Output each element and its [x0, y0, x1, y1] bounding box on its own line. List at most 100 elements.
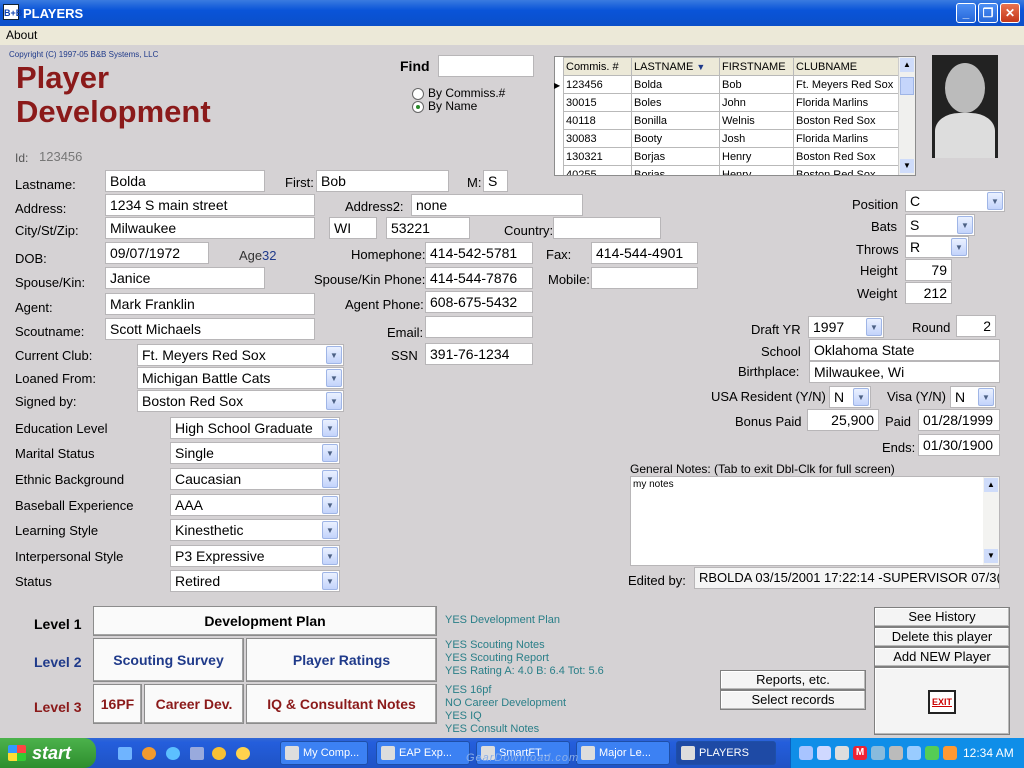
table-cell[interactable]: Bonilla [631, 111, 720, 130]
country-field[interactable] [553, 217, 661, 239]
loaned-dropdown[interactable]: Michigan Battle Cats ▼ [137, 367, 344, 389]
table-cell[interactable]: Florida Marlins [793, 129, 900, 148]
table-cell[interactable]: Boston Red Sox [793, 111, 900, 130]
edu-dropdown[interactable]: High School Graduate ▼ [170, 417, 340, 439]
table-cell[interactable]: John [719, 93, 794, 112]
explorer-icon[interactable] [190, 747, 204, 760]
fax-field[interactable]: 414-544-4901 [591, 242, 698, 264]
notes-textarea[interactable]: my notes ▲ ▼ [630, 476, 1000, 566]
visa-dropdown[interactable]: N ▼ [950, 386, 996, 408]
table-cell[interactable]: Bolda [631, 75, 720, 94]
usa-dropdown[interactable]: N ▼ [829, 386, 871, 408]
table-cell[interactable]: Booty [631, 129, 720, 148]
career-dev-button[interactable]: Career Dev. [144, 684, 244, 724]
table-cell[interactable]: Ft. Meyers Red Sox [793, 75, 900, 94]
scroll-down-icon[interactable]: ▼ [900, 159, 914, 173]
maximize-button[interactable]: ❐ [978, 3, 998, 23]
club-dropdown[interactable]: Ft. Meyers Red Sox ▼ [137, 344, 344, 366]
table-row[interactable]: 123456 Bolda Bob Ft. Meyers Red Sox [563, 75, 900, 94]
table-cell[interactable]: 123456 [563, 75, 632, 94]
table-cell[interactable]: Henry [719, 165, 794, 175]
scouting-survey-button[interactable]: Scouting Survey [93, 638, 244, 682]
task-players[interactable]: PLAYERS [676, 741, 776, 765]
network-icon[interactable] [799, 746, 813, 760]
table-cell[interactable]: Boston Red Sox [793, 165, 900, 175]
throws-dropdown[interactable]: R ▼ [905, 236, 969, 258]
table-cell[interactable]: Boles [631, 93, 720, 112]
grid-header-lastname[interactable]: LASTNAME ▼ [631, 57, 720, 76]
find-input[interactable] [438, 55, 534, 77]
table-cell[interactable]: 30083 [563, 129, 632, 148]
status-dropdown[interactable]: Retired ▼ [170, 570, 340, 592]
table-row[interactable]: 40118 Bonilla Welnis Boston Red Sox [563, 111, 900, 130]
round-field[interactable]: 2 [956, 315, 996, 337]
grid-header-commis[interactable]: Commis. # [563, 57, 632, 76]
school-field[interactable]: Oklahoma State [809, 339, 1000, 361]
update-icon[interactable] [925, 746, 939, 760]
table-cell[interactable]: Welnis [719, 111, 794, 130]
notes-scrollbar[interactable]: ▲ ▼ [983, 477, 999, 565]
ie-icon[interactable] [118, 747, 132, 760]
scout-field[interactable]: Scott Michaels [105, 318, 315, 340]
menu-about[interactable]: About [6, 28, 37, 42]
firefox-icon[interactable] [142, 747, 156, 760]
reports-button[interactable]: Reports, etc. [720, 670, 866, 690]
table-cell[interactable]: 130321 [563, 147, 632, 166]
bonus-field[interactable]: 25,900 [807, 409, 879, 431]
table-cell[interactable]: Borjas [631, 147, 720, 166]
table-cell[interactable]: 30015 [563, 93, 632, 112]
settings-icon[interactable] [889, 746, 903, 760]
draft-dropdown[interactable]: 1997 ▼ [808, 316, 884, 338]
paid-field[interactable]: 01/28/1999 [918, 409, 1000, 431]
signed-dropdown[interactable]: Boston Red Sox ▼ [137, 390, 344, 412]
table-cell[interactable]: Borjas [631, 165, 720, 175]
table-cell[interactable]: 40255 [563, 165, 632, 175]
select-records-button[interactable]: Select records [720, 690, 866, 710]
learning-dropdown[interactable]: Kinesthetic ▼ [170, 519, 340, 541]
grid-scrollbar[interactable]: ▲ ▼ [898, 57, 915, 175]
start-button[interactable]: start [0, 738, 96, 768]
add-player-button[interactable]: Add NEW Player [874, 647, 1010, 667]
volume-icon[interactable] [907, 746, 921, 760]
weight-field[interactable]: 212 [905, 282, 952, 304]
zip-field[interactable]: 53221 [386, 217, 470, 239]
spousephone-field[interactable]: 414-544-7876 [425, 267, 533, 289]
task-my-computer[interactable]: My Comp... [280, 741, 368, 765]
scroll-up-icon[interactable]: ▲ [984, 478, 998, 492]
state-field[interactable]: WI [329, 217, 377, 239]
scroll-down-icon[interactable]: ▼ [984, 549, 998, 563]
ssn-field[interactable]: 391-76-1234 [425, 343, 533, 365]
dob-field[interactable]: 09/07/1972 [105, 242, 209, 264]
agentphone-field[interactable]: 608-675-5432 [425, 291, 533, 313]
16pf-button[interactable]: 16PF [93, 684, 142, 724]
position-dropdown[interactable]: C ▼ [905, 190, 1005, 212]
table-cell[interactable]: Josh [719, 129, 794, 148]
table-row[interactable]: 30015 Boles John Florida Marlins [563, 93, 900, 112]
radio-by-name[interactable] [412, 101, 424, 113]
delete-player-button[interactable]: Delete this player [874, 627, 1010, 647]
address-field[interactable]: 1234 S main street [105, 194, 315, 216]
ends-field[interactable]: 01/30/1900 [918, 434, 1000, 456]
email-field[interactable] [425, 316, 533, 338]
m-icon[interactable]: M [853, 746, 867, 760]
ethnic-dropdown[interactable]: Caucasian ▼ [170, 468, 340, 490]
table-cell[interactable]: 40118 [563, 111, 632, 130]
agent-field[interactable]: Mark Franklin [105, 293, 315, 315]
grid-header-clubname[interactable]: CLUBNAME [793, 57, 900, 76]
see-history-button[interactable]: See History [874, 607, 1010, 627]
shield-icon[interactable] [943, 746, 957, 760]
homephone-field[interactable]: 414-542-5781 [425, 242, 533, 264]
monitor-icon[interactable] [835, 746, 849, 760]
radio-by-commiss[interactable] [412, 88, 424, 100]
task-major-league[interactable]: Major Le... [576, 741, 670, 765]
table-cell[interactable]: Bob [719, 75, 794, 94]
development-plan-button[interactable]: Development Plan [93, 606, 437, 636]
mobile-field[interactable] [591, 267, 698, 289]
lastname-field[interactable]: Bolda [105, 170, 265, 192]
minimize-button[interactable]: _ [956, 3, 976, 23]
messenger-icon[interactable] [166, 747, 180, 760]
media-player-icon[interactable] [212, 747, 226, 760]
close-button[interactable]: ✕ [1000, 3, 1020, 23]
smiley-icon[interactable] [236, 747, 250, 760]
middle-field[interactable]: S [483, 170, 508, 192]
